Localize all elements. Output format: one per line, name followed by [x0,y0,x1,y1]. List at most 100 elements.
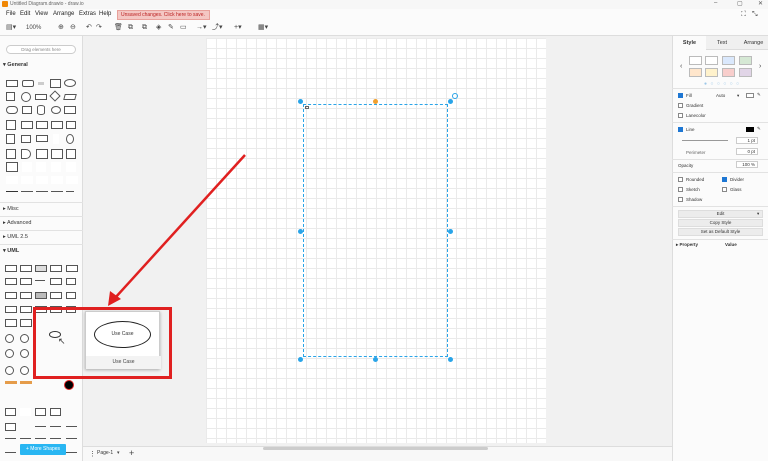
uml-component[interactable] [66,278,76,285]
uml-circle-2[interactable] [20,334,29,343]
edit-button[interactable]: Edit [678,210,763,218]
menu-edit[interactable]: Edit [20,11,30,17]
shape-textbox[interactable] [50,79,61,88]
rotate-handle-icon[interactable] [452,93,458,99]
uml-note[interactable] [5,408,16,416]
uml-final-state[interactable] [64,380,74,390]
menu-arrange[interactable]: Arrange [53,11,74,17]
uml-item-3[interactable] [35,292,47,299]
line-color-icon[interactable]: ✎ [168,23,174,33]
set-default-style-button[interactable]: Set as Default Style [678,228,763,236]
uml-class-5[interactable] [66,265,78,272]
style-swatch-6[interactable] [705,68,718,77]
shape-triangle[interactable] [22,106,32,114]
shape-ellipse[interactable] [64,79,76,87]
line-color-swatch[interactable] [746,127,754,132]
line-checkbox[interactable] [678,127,683,132]
style-swatch-2[interactable] [705,56,718,65]
fill-mode-chevron-icon[interactable]: ▾ [737,93,739,99]
resize-handle-w[interactable] [298,229,303,234]
shadow-checkbox[interactable] [678,197,683,202]
uml-class[interactable] [5,265,17,272]
tab-arrange[interactable]: Arrange [738,36,768,50]
lanecolor-checkbox[interactable] [678,113,683,118]
shape-tape[interactable] [66,121,76,129]
uml-separator[interactable] [35,280,45,281]
search-input[interactable]: Drag elements here [6,45,76,54]
to-front-icon[interactable]: ⧉ [128,23,133,33]
shape-data-storage[interactable] [36,149,48,159]
uml-fragment[interactable] [35,408,46,416]
line-eyedropper-icon[interactable]: ✎ [757,126,761,132]
sketch-checkbox[interactable] [678,187,683,192]
page-tab[interactable]: Page-1 [97,450,113,456]
property-header[interactable]: ▸ Property [676,242,698,248]
divider-checkbox[interactable] [722,177,727,182]
uml-lifeline-2[interactable] [20,381,32,384]
line-width-input[interactable]: 1 pt [736,137,758,144]
fill-color-swatch[interactable] [746,93,754,98]
uml-message-2[interactable] [50,426,61,427]
chevron-right-icon[interactable]: › [759,63,761,70]
shadow-icon[interactable]: ▭ [180,23,187,33]
line-style-select[interactable] [682,140,728,141]
add-page-icon[interactable]: + [129,448,134,458]
section-uml25[interactable]: ▸ UML 2.5 [3,234,28,240]
uml-node-2[interactable] [20,319,32,327]
shape-off-page[interactable] [66,149,76,159]
shape-process[interactable] [35,94,47,100]
shape-arrow-bidirectional[interactable] [36,162,46,172]
fill-mode-select[interactable]: Auto [716,93,725,98]
zoom-in-icon[interactable]: ⊕ [58,23,64,33]
shape-dotted-line[interactable] [36,176,48,184]
shape-trapezoid[interactable] [51,121,63,129]
shape-connector-2[interactable] [36,191,48,192]
uml-circle[interactable] [5,334,14,343]
tab-style[interactable]: Style [673,36,706,50]
pages-menu-icon[interactable]: ⋮ [89,450,96,458]
uml-item-5[interactable] [66,292,76,299]
section-general[interactable]: ▾ General [3,62,28,68]
uml-fragment-2[interactable] [50,408,61,416]
uml-dependency[interactable] [5,452,16,453]
uml-association[interactable] [5,438,16,439]
resize-handle-se[interactable] [448,357,453,362]
section-uml[interactable]: ▾ UML [3,248,19,254]
uml-x-icon[interactable] [20,408,31,416]
shape-connector-3[interactable] [51,191,63,192]
uml-control[interactable] [5,366,14,375]
uml-association-5[interactable] [66,438,77,439]
fullscreen-icon[interactable]: ⛶ [741,11,746,19]
shape-or[interactable] [66,134,74,144]
uml-dependency-5[interactable] [66,452,77,453]
shape-document[interactable] [64,106,76,114]
close-button[interactable]: ✕ [758,0,763,7]
shape-manual-input[interactable] [51,149,63,159]
shape-square[interactable] [6,92,15,101]
shape-note[interactable] [6,134,15,144]
container-toggle-icon[interactable] [305,106,309,109]
maximize-button[interactable]: ▢ [737,0,743,7]
redo-icon[interactable]: ↷ [96,23,102,33]
shape-arrow-link[interactable] [51,176,63,184]
shape-parallelogram[interactable] [63,94,77,100]
uml-class-2[interactable] [20,265,32,272]
format-panel-icon[interactable]: ▤▾ [6,23,16,33]
unsaved-changes-banner[interactable]: Unsaved changes. Click here to save. [117,10,210,20]
shape-step[interactable] [36,121,48,129]
uml-boundary[interactable] [5,349,14,358]
resize-handle-s[interactable] [373,357,378,362]
minimize-button[interactable]: – [714,0,717,6]
uml-message-3[interactable] [66,426,77,427]
shape-callout[interactable] [36,135,48,142]
uml-node[interactable] [5,319,17,327]
shape-connector-4[interactable] [66,191,74,192]
uml-item-4[interactable] [50,292,62,299]
uml-class-4[interactable] [50,265,62,272]
resize-handle-nw[interactable] [298,99,303,104]
shape-line[interactable] [6,176,18,184]
fill-color-icon[interactable]: ◈ [156,23,161,33]
uml-interface[interactable] [5,278,17,285]
shape-internal-storage[interactable] [6,120,16,130]
shape-diamond[interactable] [49,90,61,102]
